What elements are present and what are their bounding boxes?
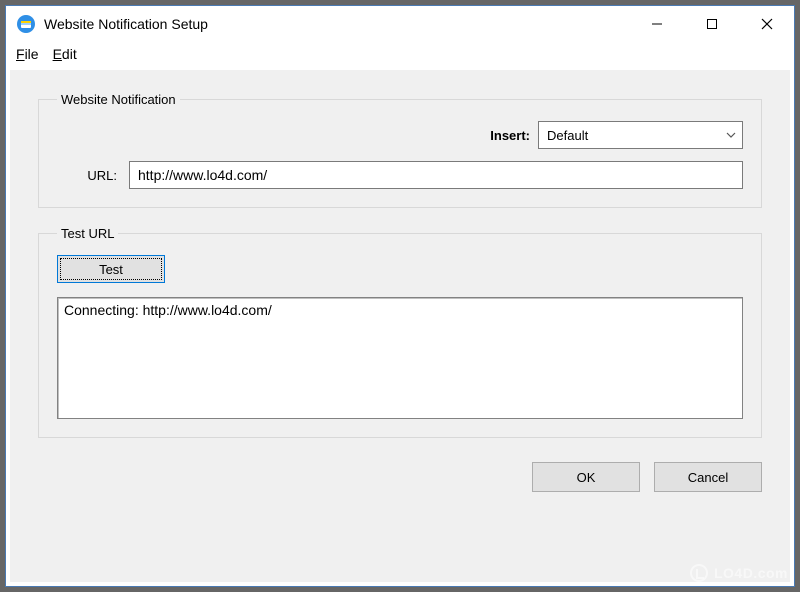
titlebar[interactable]: Website Notification Setup: [6, 6, 794, 42]
test-log[interactable]: Connecting: http://www.lo4d.com/: [57, 297, 743, 419]
group-test-url: Test URL Test Connecting: http://www.lo4…: [38, 226, 762, 438]
ok-button-label: OK: [577, 470, 596, 485]
cancel-button[interactable]: Cancel: [654, 462, 762, 492]
maximize-button[interactable]: [684, 6, 739, 42]
ok-button[interactable]: OK: [532, 462, 640, 492]
dialog-footer: OK Cancel: [38, 456, 762, 492]
window-title: Website Notification Setup: [44, 16, 629, 32]
url-input[interactable]: http://www.lo4d.com/: [129, 161, 743, 189]
menu-file-rest: ile: [25, 46, 39, 62]
group-website-notification: Website Notification Insert: Default URL…: [38, 92, 762, 208]
cancel-button-label: Cancel: [688, 470, 728, 485]
window-controls: [629, 6, 794, 42]
group-test-url-legend: Test URL: [57, 226, 118, 241]
app-icon: [16, 14, 36, 34]
insert-label: Insert:: [490, 128, 530, 143]
menu-edit-rest: dit: [62, 46, 77, 62]
url-label: URL:: [57, 168, 117, 183]
client-area: Website Notification Insert: Default URL…: [10, 70, 790, 582]
test-button-label: Test: [99, 262, 123, 277]
menu-edit[interactable]: Edit: [53, 46, 77, 62]
test-button[interactable]: Test: [57, 255, 165, 283]
menubar: File Edit: [6, 42, 794, 66]
url-input-value: http://www.lo4d.com/: [138, 167, 267, 183]
insert-select-value: Default: [547, 128, 588, 143]
menu-file[interactable]: File: [16, 46, 39, 62]
chevron-down-icon: [726, 130, 736, 141]
group-website-notification-legend: Website Notification: [57, 92, 180, 107]
insert-select[interactable]: Default: [538, 121, 743, 149]
test-log-line: Connecting: http://www.lo4d.com/: [64, 302, 272, 318]
close-button[interactable]: [739, 6, 794, 42]
app-window: Website Notification Setup File Edit Web…: [5, 5, 795, 587]
minimize-button[interactable]: [629, 6, 684, 42]
